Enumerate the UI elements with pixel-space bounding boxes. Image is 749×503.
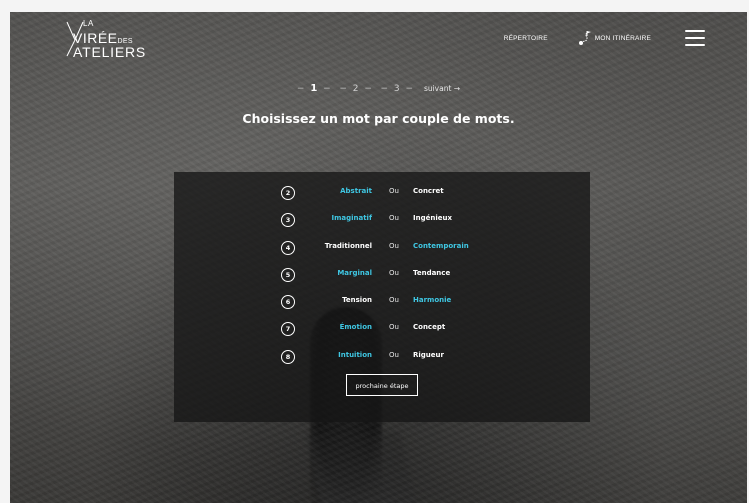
step-2[interactable]: 2 bbox=[353, 84, 359, 94]
word-pair-row: 7 Émotion Ou Concept bbox=[174, 318, 590, 345]
next-step-button[interactable]: prochaine étape bbox=[346, 374, 418, 396]
menu-hamburger-icon[interactable] bbox=[685, 30, 705, 46]
pair-or-label: Ou bbox=[389, 296, 399, 305]
word-pairs-card: 2 Abstrait Ou Concret 3 Imaginatif Ou In… bbox=[174, 172, 590, 422]
word-pairs-list: 2 Abstrait Ou Concret 3 Imaginatif Ou In… bbox=[174, 182, 590, 373]
page-title: Choisissez un mot par couple de mots. bbox=[10, 109, 747, 128]
pair-option-right[interactable]: Tendance bbox=[413, 269, 450, 277]
pair-option-left[interactable]: Tension bbox=[342, 296, 372, 304]
pair-or-label: Ou bbox=[389, 350, 399, 359]
word-pair-row: 5 Marginal Ou Tendance bbox=[174, 264, 590, 291]
pair-option-right[interactable]: Harmonie bbox=[413, 296, 451, 304]
pair-number-badge: 2 bbox=[281, 186, 295, 200]
step-dash: − bbox=[380, 84, 389, 94]
pair-option-left[interactable]: Abstrait bbox=[340, 187, 372, 195]
word-pair-row: 8 Intuition Ou Rigueur bbox=[174, 346, 590, 373]
step-dash: − bbox=[339, 84, 347, 94]
main-nav: RÉPERTOIRE MON ITINÉRAIRE bbox=[504, 30, 705, 46]
word-pair-row: 3 Imaginatif Ou Ingénieux bbox=[174, 209, 590, 236]
step-indicator: − 1 − − 2 − − 3 − suivant → bbox=[10, 83, 747, 94]
pair-or-label: Ou bbox=[389, 187, 399, 195]
logo-viree: VIRÉEDES bbox=[73, 31, 133, 45]
pair-option-left[interactable]: Émotion bbox=[340, 323, 372, 331]
hamburger-line bbox=[685, 30, 705, 32]
pair-or-label: Ou bbox=[389, 323, 399, 332]
pair-or-label: Ou bbox=[389, 241, 399, 250]
pair-or-label: Ou bbox=[389, 214, 399, 223]
pair-option-left[interactable]: Imaginatif bbox=[331, 214, 372, 222]
pair-number-badge: 6 bbox=[281, 295, 295, 310]
background-leg bbox=[305, 432, 420, 503]
logo-ateliers: ATELIERS bbox=[73, 44, 147, 60]
step-dash: − bbox=[405, 84, 414, 94]
next-step-link[interactable]: suivant → bbox=[424, 84, 460, 93]
word-pair-row: 2 Abstrait Ou Concret bbox=[174, 182, 590, 209]
page-title-text: Choisissez un mot par couple de mots. bbox=[242, 111, 515, 126]
step-dash: − bbox=[364, 84, 372, 94]
step-1[interactable]: 1 bbox=[310, 83, 317, 94]
pair-option-left[interactable]: Marginal bbox=[337, 269, 372, 277]
step-3[interactable]: 3 bbox=[394, 84, 400, 94]
pair-number-badge: 4 bbox=[281, 240, 295, 255]
pair-option-left[interactable]: Traditionnel bbox=[325, 242, 372, 250]
step-dash: − bbox=[296, 84, 305, 94]
logo-la: LA bbox=[83, 19, 94, 28]
hamburger-line bbox=[685, 37, 705, 39]
pair-option-right[interactable]: Concept bbox=[413, 323, 445, 331]
pair-number-badge: 8 bbox=[281, 349, 295, 364]
step-dash: − bbox=[323, 84, 331, 94]
word-pair-row: 6 Tension Ou Harmonie bbox=[174, 291, 590, 318]
nav-repertoire-link[interactable]: RÉPERTOIRE bbox=[504, 35, 548, 42]
pair-number-badge: 5 bbox=[281, 267, 295, 282]
word-pair-row: 4 Traditionnel Ou Contemporain bbox=[174, 237, 590, 264]
pair-option-right[interactable]: Ingénieux bbox=[413, 214, 452, 222]
pair-option-right[interactable]: Concret bbox=[413, 187, 444, 195]
hero-background: LA VIRÉEDES ATELIERS RÉPERTOIRE MON ITIN… bbox=[10, 12, 747, 503]
nav-itineraire-link[interactable]: MON ITINÉRAIRE bbox=[578, 30, 651, 46]
pair-number-badge: 3 bbox=[281, 213, 295, 228]
pair-option-right[interactable]: Contemporain bbox=[413, 242, 469, 250]
pair-option-right[interactable]: Rigueur bbox=[413, 351, 444, 359]
hamburger-line bbox=[685, 44, 705, 46]
itinerary-route-icon bbox=[578, 31, 591, 45]
pair-option-left[interactable]: Intuition bbox=[338, 351, 372, 359]
pair-or-label: Ou bbox=[389, 268, 399, 277]
nav-itineraire-label: MON ITINÉRAIRE bbox=[594, 34, 651, 42]
pair-number-badge: 7 bbox=[281, 322, 295, 337]
